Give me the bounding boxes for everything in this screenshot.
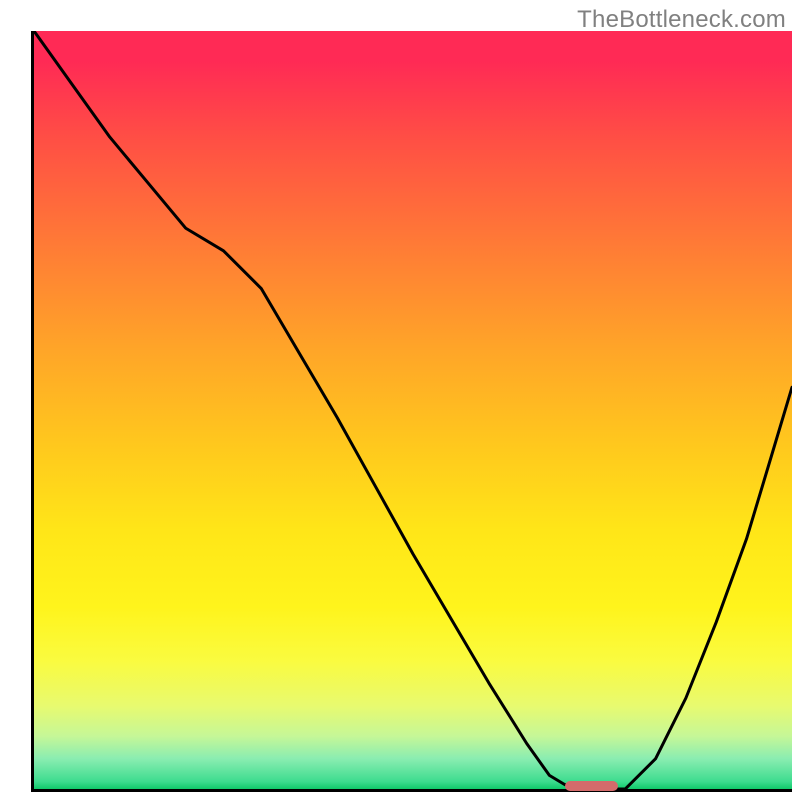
chart-container: TheBottleneck.com: [0, 0, 800, 800]
bottleneck-curve: [34, 31, 792, 789]
watermark-text: TheBottleneck.com: [577, 6, 786, 34]
optimum-marker: [565, 781, 618, 791]
plot-area: [31, 31, 792, 792]
